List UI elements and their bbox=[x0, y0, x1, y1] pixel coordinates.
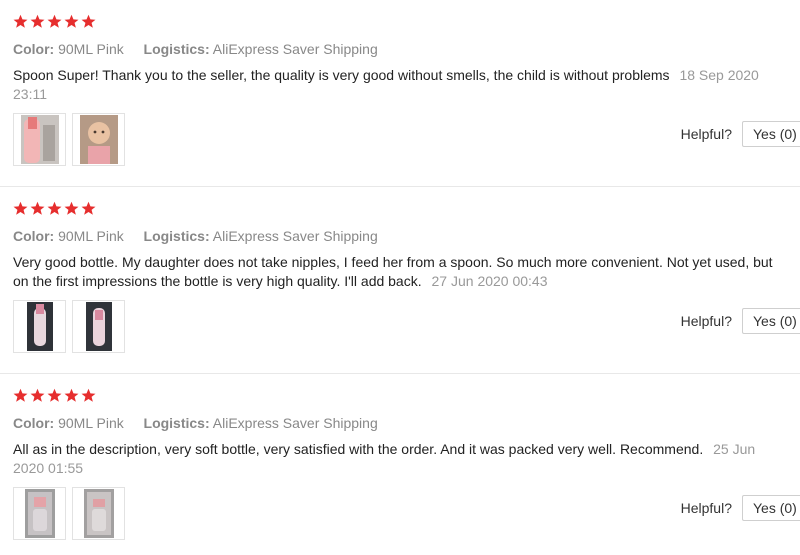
review-text: Very good bottle. My daughter does not t… bbox=[13, 253, 783, 291]
star-icon bbox=[30, 201, 45, 215]
star-icon bbox=[64, 388, 79, 402]
helpful-section: Helpful? Yes (0) bbox=[681, 495, 800, 521]
star-rating bbox=[13, 201, 96, 219]
star-icon bbox=[64, 201, 79, 215]
star-icon bbox=[47, 388, 62, 402]
helpful-yes-button[interactable]: Yes (0) bbox=[742, 308, 800, 334]
star-icon bbox=[81, 201, 96, 215]
review-photo-thumbnail[interactable] bbox=[13, 300, 66, 353]
logistics-value: AliExpress Saver Shipping bbox=[212, 41, 378, 57]
review-photo-thumbnail[interactable] bbox=[72, 300, 125, 353]
review-date: 27 Jun 2020 00:43 bbox=[431, 273, 548, 289]
review-body: All as in the description, very soft bot… bbox=[13, 441, 704, 457]
color-label: Color: bbox=[13, 228, 55, 244]
star-icon bbox=[13, 201, 28, 215]
review-meta: Color: 90ML Pink Logistics: AliExpress S… bbox=[13, 228, 378, 244]
star-icon bbox=[13, 14, 28, 28]
star-rating bbox=[13, 388, 96, 406]
review-photos bbox=[13, 487, 125, 540]
review-photo-thumbnail[interactable] bbox=[13, 487, 66, 540]
color-value: 90ML Pink bbox=[58, 41, 124, 57]
star-icon bbox=[81, 14, 96, 28]
color-label: Color: bbox=[13, 41, 55, 57]
bottle-photo-icon bbox=[20, 115, 59, 164]
review-photo-thumbnail[interactable] bbox=[72, 113, 125, 166]
bottle-photo-icon bbox=[85, 302, 112, 351]
review-item: Color: 90ML Pink Logistics: AliExpress S… bbox=[0, 187, 800, 374]
star-icon bbox=[64, 14, 79, 28]
logistics-value: AliExpress Saver Shipping bbox=[212, 228, 378, 244]
logistics-value: AliExpress Saver Shipping bbox=[212, 415, 378, 431]
star-icon bbox=[30, 388, 45, 402]
review-text: Spoon Super! Thank you to the seller, th… bbox=[13, 66, 783, 104]
star-rating bbox=[13, 14, 96, 32]
helpful-section: Helpful? Yes (0) bbox=[681, 121, 800, 147]
star-icon bbox=[81, 388, 96, 402]
review-meta: Color: 90ML Pink Logistics: AliExpress S… bbox=[13, 415, 378, 431]
review-item: Color: 90ML Pink Logistics: AliExpress S… bbox=[0, 0, 800, 187]
helpful-label: Helpful? bbox=[680, 126, 732, 142]
color-value: 90ML Pink bbox=[58, 228, 124, 244]
baby-photo-icon bbox=[79, 115, 118, 164]
helpful-label: Helpful? bbox=[680, 500, 732, 516]
color-label: Color: bbox=[13, 415, 55, 431]
review-photo-thumbnail[interactable] bbox=[72, 487, 125, 540]
package-photo-icon bbox=[24, 489, 55, 538]
bottle-photo-icon bbox=[26, 302, 53, 351]
review-body: Very good bottle. My daughter does not t… bbox=[13, 254, 773, 289]
helpful-label: Helpful? bbox=[680, 313, 732, 329]
review-body: Spoon Super! Thank you to the seller, th… bbox=[13, 67, 670, 83]
helpful-section: Helpful? Yes (0) bbox=[681, 308, 800, 334]
star-icon bbox=[47, 201, 62, 215]
package-photo-icon bbox=[83, 489, 114, 538]
star-icon bbox=[30, 14, 45, 28]
review-text: All as in the description, very soft bot… bbox=[13, 440, 783, 478]
color-value: 90ML Pink bbox=[58, 415, 124, 431]
helpful-yes-button[interactable]: Yes (0) bbox=[742, 121, 800, 147]
star-icon bbox=[47, 14, 62, 28]
helpful-yes-button[interactable]: Yes (0) bbox=[742, 495, 800, 521]
review-meta: Color: 90ML Pink Logistics: AliExpress S… bbox=[13, 41, 378, 57]
logistics-label: Logistics: bbox=[143, 415, 210, 431]
review-photos bbox=[13, 300, 125, 353]
star-icon bbox=[13, 388, 28, 402]
logistics-label: Logistics: bbox=[143, 41, 210, 57]
logistics-label: Logistics: bbox=[143, 228, 210, 244]
review-photos bbox=[13, 113, 125, 166]
review-item: Color: 90ML Pink Logistics: AliExpress S… bbox=[0, 374, 800, 555]
review-photo-thumbnail[interactable] bbox=[13, 113, 66, 166]
